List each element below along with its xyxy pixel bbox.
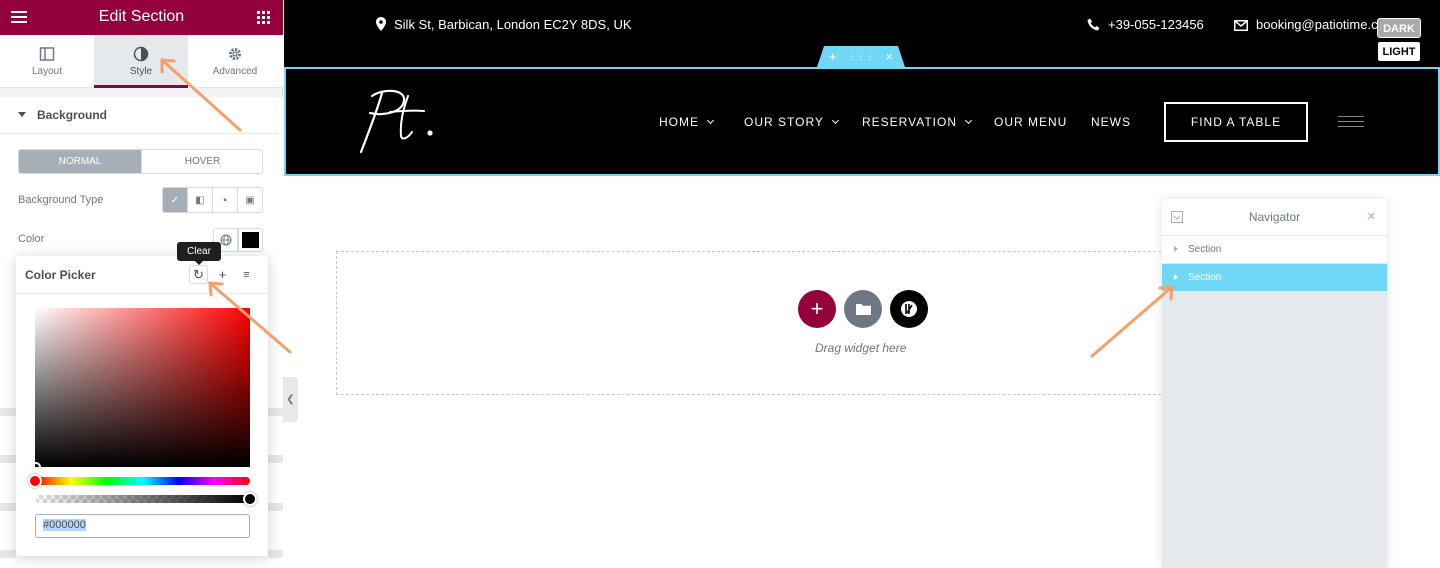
navigator-item-label: Section xyxy=(1188,272,1222,283)
opacity-slider[interactable] xyxy=(35,495,250,503)
hue-slider[interactable] xyxy=(35,477,250,485)
nav-our-story-label: OUR STORY xyxy=(744,115,824,129)
background-type-choices: ✓ ◧ ▪ ▣ xyxy=(162,187,263,213)
caret-right-icon[interactable] xyxy=(1174,274,1178,280)
navigator-item-section-selected[interactable]: Section xyxy=(1162,264,1387,292)
phone-icon xyxy=(1087,18,1100,31)
nav-news[interactable]: NEWS xyxy=(1091,115,1131,129)
hover-tab[interactable]: HOVER xyxy=(141,150,262,173)
drag-widget-text: Drag widget here xyxy=(815,341,907,355)
tab-layout-label: Layout xyxy=(31,66,63,77)
normal-hover-toggle: NORMAL HOVER xyxy=(18,149,263,174)
tab-style-label: Style xyxy=(129,66,153,77)
nav-our-menu[interactable]: OUR MENU xyxy=(994,115,1067,129)
opacity-slider-handle[interactable] xyxy=(243,492,257,506)
envelope-icon xyxy=(1234,20,1248,31)
layout-icon xyxy=(39,47,55,61)
nav-home-label: HOME xyxy=(659,115,699,129)
background-section-title: Background xyxy=(37,108,108,122)
gear-icon xyxy=(229,48,241,60)
divider xyxy=(268,408,283,416)
hamburger-menu-icon[interactable] xyxy=(1338,116,1364,128)
divider xyxy=(0,503,16,511)
nav-our-story[interactable]: OUR STORY xyxy=(744,115,839,129)
chevron-down-icon xyxy=(964,116,973,125)
chevron-down-icon xyxy=(706,116,715,125)
caret-down-icon xyxy=(18,112,26,117)
navigator-title: Navigator xyxy=(1248,210,1301,224)
delete-section-icon[interactable]: × xyxy=(886,49,894,64)
drag-dots-icon[interactable]: ⋮⋮⋮ xyxy=(848,51,875,62)
panel-title: Edit Section xyxy=(98,8,185,25)
nav-reservation[interactable]: RESERVATION xyxy=(862,115,973,129)
divider xyxy=(268,550,283,558)
template-folder-icon[interactable] xyxy=(844,290,882,328)
theme-kit-icon[interactable] xyxy=(890,290,928,328)
normal-tab[interactable]: NORMAL xyxy=(19,150,141,173)
hue-slider-handle[interactable] xyxy=(28,474,42,488)
color-label: Color xyxy=(18,233,45,245)
gradient-icon[interactable]: ◧ xyxy=(187,188,212,212)
empty-section-dropzone[interactable] xyxy=(336,251,1166,395)
plus-icon[interactable]: + xyxy=(213,265,232,284)
divider xyxy=(0,455,16,463)
tab-layout[interactable]: Layout xyxy=(0,35,94,88)
color-picker-title: Color Picker xyxy=(25,268,96,282)
background-type-label: Background Type xyxy=(18,194,104,206)
phone-text: +39-055-123456 xyxy=(1108,17,1204,32)
hex-value: #000000 xyxy=(43,519,86,531)
find-a-table-button[interactable]: FIND A TABLE xyxy=(1164,102,1308,142)
add-section-plus-icon[interactable]: + xyxy=(798,290,836,328)
email[interactable]: booking@patiotime.com xyxy=(1234,17,1396,32)
half-circle-icon xyxy=(133,46,149,62)
phone[interactable]: +39-055-123456 xyxy=(1087,17,1204,32)
logo[interactable] xyxy=(356,86,452,158)
background-section-header[interactable]: Background xyxy=(0,97,283,134)
divider xyxy=(0,550,16,558)
saturation-cursor[interactable] xyxy=(31,462,41,472)
tab-advanced-label: Advanced xyxy=(212,66,258,77)
nav-home[interactable]: HOME xyxy=(659,115,715,129)
classic-brush-icon[interactable]: ✓ xyxy=(163,188,187,212)
widgets-grid-icon[interactable] xyxy=(257,11,270,24)
light-mode-button[interactable]: LIGHT xyxy=(1377,41,1421,62)
global-colors-stack-icon[interactable]: ≡ xyxy=(237,265,256,284)
collapse-panel-chevron-icon[interactable]: ❮ xyxy=(283,377,298,422)
navigator-item-label: Section xyxy=(1188,244,1222,255)
navigator-header: Navigator × xyxy=(1162,199,1387,236)
nav-reservation-label: RESERVATION xyxy=(862,115,958,129)
panel-tabs: Layout Style Advanced xyxy=(0,35,283,88)
close-icon[interactable]: × xyxy=(1367,208,1376,225)
tab-advanced[interactable]: Advanced xyxy=(188,35,282,88)
address-text: Silk St, Barbican, London EC2Y 8DS, UK xyxy=(394,17,632,32)
video-camera-icon[interactable]: ▪ xyxy=(212,188,237,212)
hex-color-input[interactable]: #000000 xyxy=(35,514,250,538)
add-section-icon[interactable]: + xyxy=(829,49,837,64)
map-pin-icon xyxy=(376,17,386,31)
dark-mode-button[interactable]: DARK xyxy=(1377,18,1421,38)
divider xyxy=(268,455,283,463)
color-picker-header: Color Picker ↻ + ≡ xyxy=(16,256,268,294)
clear-reset-icon[interactable]: ↻ xyxy=(189,265,208,284)
clear-tooltip: Clear xyxy=(177,242,221,265)
email-text: booking@patiotime.com xyxy=(1256,17,1396,32)
divider xyxy=(268,503,283,511)
navigator-item-section[interactable]: Section xyxy=(1162,236,1387,264)
color-swatch[interactable] xyxy=(238,228,263,252)
chevron-down-icon xyxy=(831,116,839,125)
address: Silk St, Barbican, London EC2Y 8DS, UK xyxy=(376,17,632,32)
tab-style[interactable]: Style xyxy=(94,35,188,88)
caret-right-icon[interactable] xyxy=(1174,246,1178,252)
divider xyxy=(0,408,16,416)
slideshow-icon[interactable]: ▣ xyxy=(237,188,262,212)
section-handle: + ⋮⋮⋮ × xyxy=(817,46,905,67)
panel-header: Edit Section xyxy=(0,0,283,35)
site-navbar-section[interactable]: HOME OUR STORY RESERVATION OUR MENU NEWS… xyxy=(284,67,1440,176)
saturation-value-area[interactable] xyxy=(35,308,250,467)
